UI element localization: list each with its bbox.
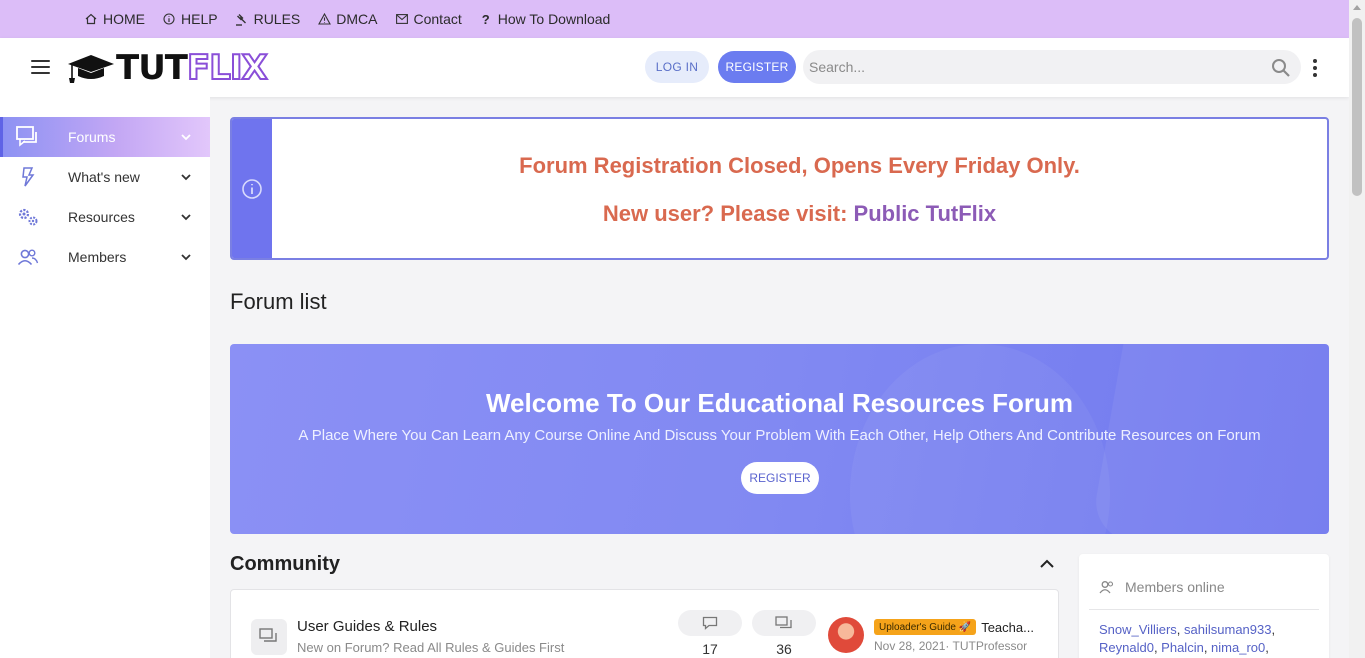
sidebar-item-members-label: Members xyxy=(68,249,127,265)
warning-icon xyxy=(317,13,331,25)
sidebar: Forums What's new Resources Members xyxy=(0,97,210,658)
sidebar-item-whats-new[interactable]: What's new xyxy=(0,157,210,197)
bolt-icon xyxy=(16,165,40,189)
notice-sidebar xyxy=(232,119,272,258)
chevron-down-icon[interactable] xyxy=(180,171,192,183)
forum-description: New on Forum? Read All Rules & Guides Fi… xyxy=(297,640,565,655)
chevron-down-icon[interactable] xyxy=(180,131,192,143)
thread-prefix-badge: Uploader's Guide 🚀 xyxy=(874,619,977,635)
members-online-widget: Members online Snow_Villiers, sahilsuman… xyxy=(1079,554,1329,658)
sidebar-item-whats-new-label: What's new xyxy=(68,169,140,185)
welcome-title: Welcome To Our Educational Resources For… xyxy=(485,388,1074,418)
members-online-heading: Members online xyxy=(1099,579,1225,595)
top-nav-rules[interactable]: RULES xyxy=(235,11,301,27)
top-nav-home-label: HOME xyxy=(103,11,145,27)
info-icon xyxy=(162,13,176,25)
top-nav-how-to-download-label: How To Download xyxy=(497,11,611,27)
comment-icon xyxy=(702,616,718,630)
sidebar-item-resources-label: Resources xyxy=(68,209,135,225)
users-icon xyxy=(1099,581,1114,594)
menu-icon[interactable] xyxy=(31,60,50,74)
sidebar-item-resources[interactable]: Resources xyxy=(0,197,210,237)
member-link[interactable]: Reynald0 xyxy=(1099,640,1154,655)
top-nav-rules-label: RULES xyxy=(253,11,301,27)
avatar[interactable] xyxy=(828,617,864,653)
top-nav-dmca-label: DMCA xyxy=(336,11,378,27)
top-nav-home[interactable]: HOME xyxy=(84,11,145,27)
page-title: Forum list xyxy=(230,289,327,314)
chevron-down-icon[interactable] xyxy=(180,251,192,263)
search-input[interactable] xyxy=(809,59,1249,75)
scrollbar-thumb[interactable] xyxy=(1352,18,1362,196)
sidebar-item-forums[interactable]: Forums xyxy=(0,117,210,157)
sidebar-item-forums-label: Forums xyxy=(68,129,116,145)
login-button[interactable]: LOG IN xyxy=(645,51,709,83)
question-icon: ? xyxy=(481,11,490,27)
comments-icon xyxy=(775,615,792,628)
forum-row: User Guides & Rules New on Forum? Read A… xyxy=(230,589,1059,658)
member-link[interactable]: Phalcin xyxy=(1161,640,1204,655)
more-options-icon[interactable] xyxy=(1312,59,1318,77)
site-header: TUT FLIX LOG IN REGISTER xyxy=(0,38,1349,97)
community-heading: Community xyxy=(230,553,340,575)
member-link[interactable]: Snow_Villiers xyxy=(1099,622,1177,637)
messages-count: 36 xyxy=(776,641,792,657)
graduation-cap-icon xyxy=(68,55,114,83)
forums-icon xyxy=(16,125,40,149)
threads-stat xyxy=(678,610,742,636)
notice-line-2-text: New user? Please visit: xyxy=(602,201,854,226)
info-icon xyxy=(242,178,262,199)
latest-thread: Uploader's Guide 🚀 Teacha... xyxy=(874,619,1034,635)
notice-line-1: Forum Registration Closed, Opens Every F… xyxy=(519,153,1080,178)
messages-stat xyxy=(752,610,816,636)
forum-title[interactable]: User Guides & Rules xyxy=(297,618,437,635)
logo-text-tut: TUT xyxy=(116,48,188,88)
home-icon xyxy=(84,13,98,25)
members-online-title: Members online xyxy=(1125,579,1225,595)
welcome-subtitle: A Place Where You Can Learn Any Course O… xyxy=(298,427,1261,444)
welcome-banner: Welcome To Our Educational Resources For… xyxy=(230,344,1329,534)
top-nav-how-to-download[interactable]: ? How To Download xyxy=(479,11,611,27)
forum-icon xyxy=(251,619,287,655)
cogs-icon xyxy=(16,205,40,229)
public-tutflix-link[interactable]: Public TutFlix xyxy=(854,201,997,226)
member-link[interactable]: sahilsuman933 xyxy=(1184,622,1271,637)
top-nav-contact-label: Contact xyxy=(413,11,462,27)
top-nav-contact[interactable]: Contact xyxy=(395,11,462,27)
top-nav-dmca[interactable]: DMCA xyxy=(317,11,378,27)
logo-text-flix: FLIX xyxy=(186,48,269,88)
top-nav-help-label: HELP xyxy=(181,11,218,27)
site-logo[interactable]: TUT FLIX xyxy=(66,48,269,88)
search-box xyxy=(803,50,1301,84)
top-nav-bar: HOME HELP RULES DMCA Contact ? How To Do… xyxy=(0,0,1349,38)
chevron-up-icon[interactable] xyxy=(1039,557,1055,571)
members-online-list: Snow_Villiers, sahilsuman933, Reynald0, … xyxy=(1099,622,1276,655)
top-nav-help[interactable]: HELP xyxy=(162,11,218,27)
sidebar-item-members[interactable]: Members xyxy=(0,237,210,277)
search-icon[interactable] xyxy=(1271,58,1291,78)
register-button[interactable]: REGISTER xyxy=(718,51,796,83)
notice-line-2: New user? Please visit: Public TutFlix xyxy=(272,201,1327,227)
chevron-down-icon[interactable] xyxy=(180,211,192,223)
envelope-icon xyxy=(395,14,409,24)
hero-register-button[interactable]: REGISTER xyxy=(741,462,819,494)
page-scrollbar[interactable] xyxy=(1349,0,1365,658)
registration-notice: Forum Registration Closed, Opens Every F… xyxy=(230,117,1329,260)
member-link[interactable]: nima_ro0 xyxy=(1211,640,1265,655)
gavel-icon xyxy=(235,13,249,26)
threads-count: 17 xyxy=(702,641,718,657)
latest-thread-meta: Nov 28, 2021· TUTProfessor xyxy=(874,639,1028,653)
scroll-up-arrow-icon[interactable] xyxy=(1353,5,1361,10)
latest-thread-title[interactable]: Teacha... xyxy=(981,620,1034,635)
users-icon xyxy=(16,245,40,269)
